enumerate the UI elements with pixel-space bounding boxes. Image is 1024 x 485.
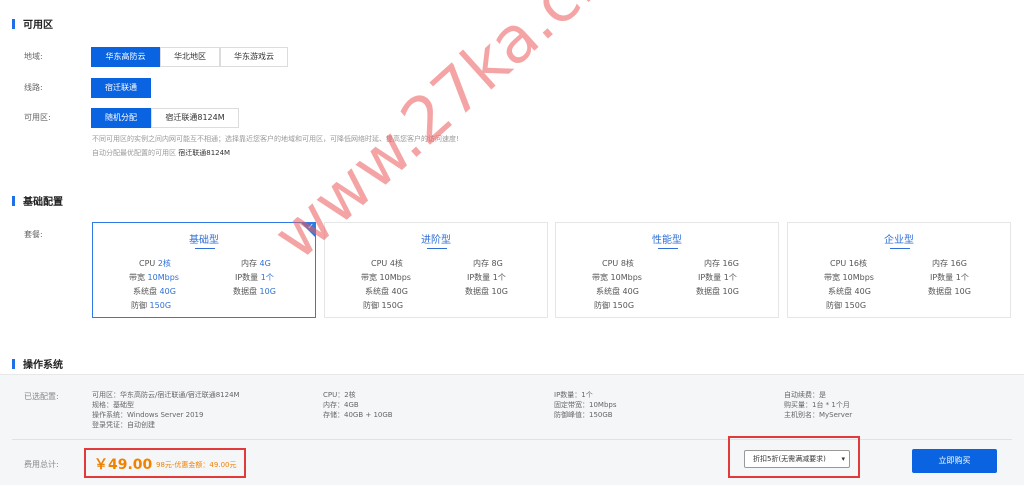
- region-option-north[interactable]: 华北地区: [160, 47, 220, 67]
- summary-col-purchase: 自动续费：是 购买量：1台 * 1个月 主机别名：MyServer: [784, 391, 853, 419]
- plan-name: 性能型: [652, 235, 682, 246]
- plan-spec-bw: 带宽 10Mbps: [824, 273, 874, 282]
- selected-config-label: 已选配置:: [24, 392, 59, 401]
- plan-spec-ip: IP数量 1个: [235, 273, 274, 282]
- zone-label: 可用区:: [24, 113, 51, 122]
- summary-col-network: IP数量：1个 固定带宽：10Mbps 防御峰值：150GB: [554, 391, 617, 419]
- plan-spec-mem: 内存 16G: [932, 259, 967, 268]
- plan-spec-sys: 系统盘 40G: [596, 287, 639, 296]
- total-price: ￥49.00: [94, 457, 153, 473]
- plan-spec-defense: 防御 150G: [131, 301, 172, 310]
- plan-spec-sys: 系统盘 40G: [133, 287, 176, 296]
- region-option-east-ddos[interactable]: 华东高防云: [91, 47, 160, 67]
- plan-name-underline: [195, 248, 215, 249]
- plan-spec-cpu: CPU 16核: [830, 259, 867, 268]
- summary-divider: [12, 439, 1012, 440]
- plan-card-advanced[interactable]: 进阶型 CPU 4核 内存 8G 带宽 10Mbps IP数量 1个 系统盘 4…: [324, 222, 548, 318]
- plan-spec-cpu: CPU 2核: [139, 259, 171, 268]
- region-label: 地域:: [24, 52, 43, 61]
- plan-spec-cpu: CPU 8核: [602, 259, 634, 268]
- discount-highlight-box: 折扣5折(无需满减要求) ▾: [728, 436, 860, 478]
- zone-auto-note: 自动分配最优配置的可用区 宿迁联通8124M: [92, 149, 231, 157]
- plan-spec-defense: 防御 150G: [826, 301, 867, 310]
- plan-spec-ip: IP数量 1个: [698, 273, 737, 282]
- line-label: 线路:: [24, 83, 43, 92]
- buy-now-button[interactable]: 立即购买: [912, 449, 997, 473]
- fee-total-label: 费用总计:: [24, 460, 59, 469]
- plan-spec-bw: 带宽 10Mbps: [592, 273, 642, 282]
- line-option-suqian-unicom[interactable]: 宿迁联通: [91, 78, 151, 98]
- plan-name: 企业型: [884, 235, 914, 246]
- chevron-down-icon: ▾: [841, 455, 845, 463]
- plan-spec-data: 数据盘 10G: [233, 287, 276, 296]
- plan-name-underline: [427, 248, 447, 249]
- section-title-os: 操作系统: [12, 356, 63, 371]
- price-highlight-box: ￥49.00 98元-优惠金额：49.00元: [84, 448, 246, 478]
- plan-spec-mem: 内存 4G: [241, 259, 271, 268]
- plan-spec-bw: 带宽 10Mbps: [361, 273, 411, 282]
- plan-spec-sys: 系统盘 40G: [365, 287, 408, 296]
- plan-spec-sys: 系统盘 40G: [828, 287, 871, 296]
- plan-spec-data: 数据盘 10G: [928, 287, 971, 296]
- plan-spec-defense: 防御 150G: [363, 301, 404, 310]
- plan-spec-defense: 防御 150G: [594, 301, 635, 310]
- plan-name-underline: [658, 248, 678, 249]
- summary-col-region: 可用区：华东高防云/宿迁联通/宿迁联通8124M 规格：基础型 操作系统：Win…: [92, 391, 240, 429]
- plan-spec-mem: 内存 8G: [473, 259, 503, 268]
- summary-col-hardware: CPU：2核 内存：4GB 存储：40GB + 10GB: [323, 391, 393, 419]
- plan-spec-mem: 内存 16G: [704, 259, 739, 268]
- plan-spec-bw: 带宽 10Mbps: [129, 273, 179, 282]
- plan-spec-data: 数据盘 10G: [696, 287, 739, 296]
- plan-card-performance[interactable]: 性能型 CPU 8核 内存 16G 带宽 10Mbps IP数量 1个 系统盘 …: [555, 222, 779, 318]
- plan-spec-ip: IP数量 1个: [930, 273, 969, 282]
- zone-option-suqian-8124m[interactable]: 宿迁联通8124M: [151, 108, 239, 128]
- region-option-east-game[interactable]: 华东游戏云: [220, 47, 288, 67]
- price-discount-note: 98元-优惠金额：49.00元: [156, 461, 237, 469]
- zone-option-random[interactable]: 随机分配: [91, 108, 151, 128]
- plan-spec-ip: IP数量 1个: [467, 273, 506, 282]
- plan-spec-cpu: CPU 4核: [371, 259, 403, 268]
- section-title-availability-zone: 可用区: [12, 16, 53, 31]
- plan-name: 进阶型: [421, 235, 451, 246]
- plan-spec-data: 数据盘 10G: [465, 287, 508, 296]
- plan-name-underline: [890, 248, 910, 249]
- section-title-base-config: 基础配置: [12, 193, 63, 208]
- discount-select[interactable]: 折扣5折(无需满减要求) ▾: [744, 450, 850, 468]
- plan-label: 套餐:: [24, 230, 43, 239]
- plan-card-enterprise[interactable]: 企业型 CPU 16核 内存 16G 带宽 10Mbps IP数量 1个 系统盘…: [787, 222, 1011, 318]
